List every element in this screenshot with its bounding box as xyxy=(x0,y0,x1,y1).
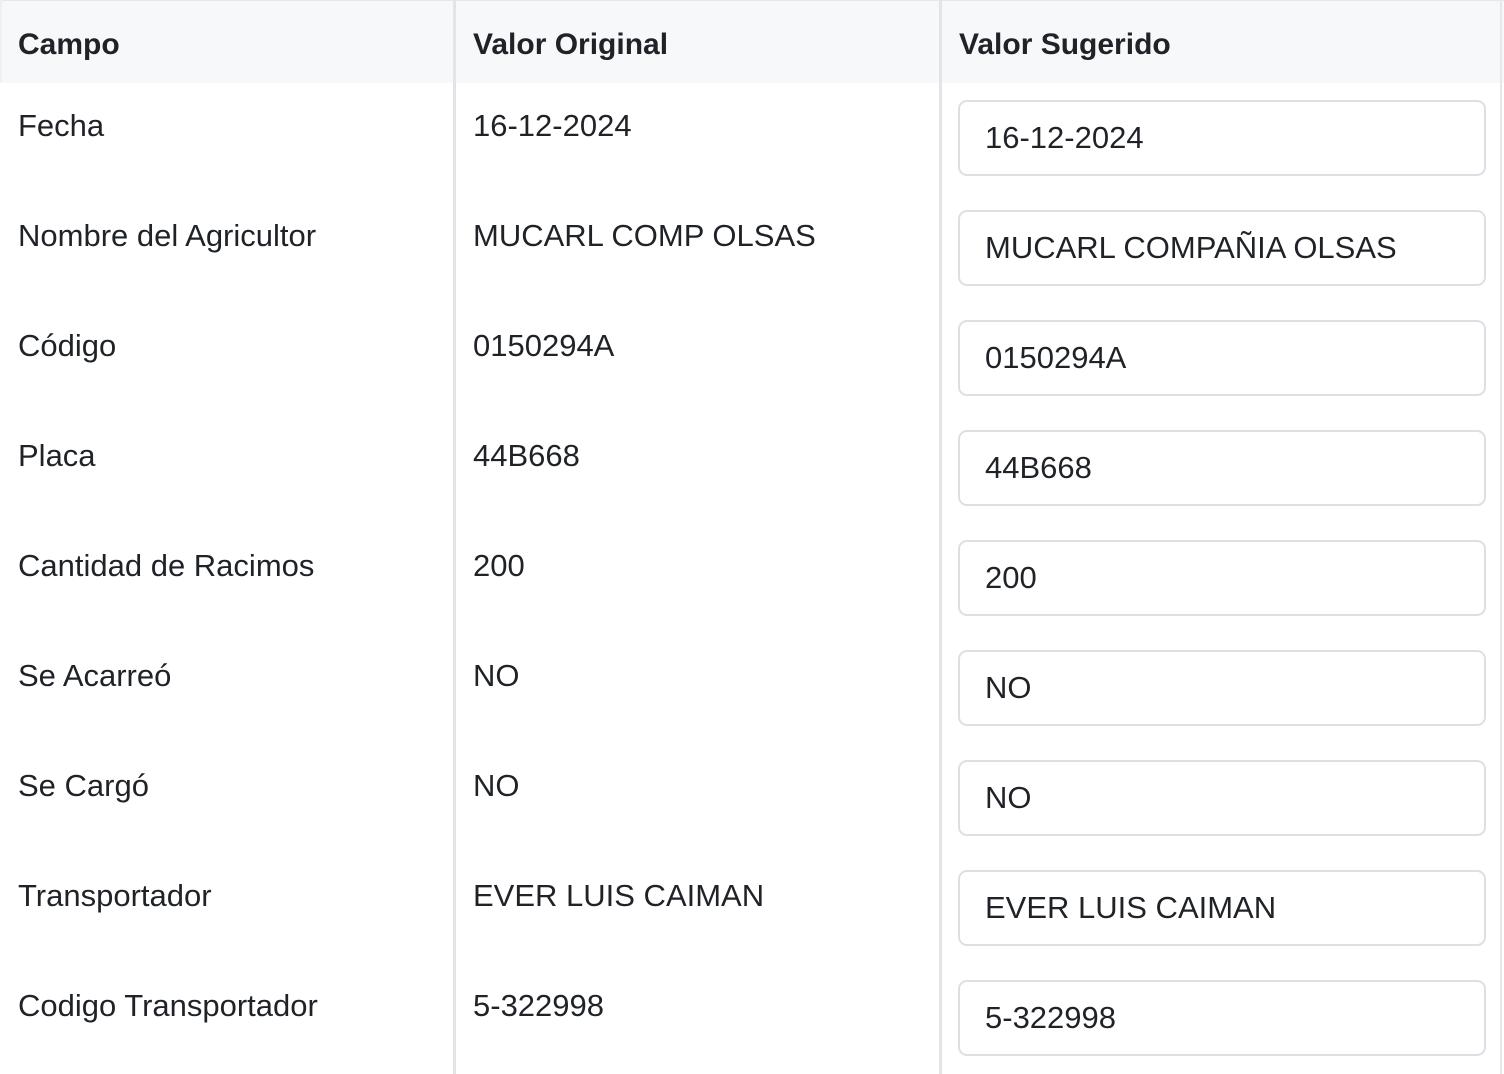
suggested-value-input[interactable] xyxy=(958,540,1486,616)
suggested-value-input[interactable] xyxy=(958,210,1486,286)
table-row: Se Cargó NO xyxy=(0,742,1504,852)
field-label: Fecha xyxy=(18,108,105,143)
table-row: Cantidad de Racimos 200 xyxy=(0,522,1504,632)
table-row: Fecha 16-12-2024 xyxy=(0,82,1504,192)
header-valor-original: Valor Original xyxy=(473,28,669,61)
field-label: Nombre del Agricultor xyxy=(18,218,317,253)
original-value: NO xyxy=(473,768,520,803)
table-left-edge xyxy=(0,0,2,82)
table-row: Transportador EVER LUIS CAIMAN xyxy=(0,852,1504,962)
table-row: Nombre del Agricultor MUCARL COMP OLSAS xyxy=(0,192,1504,302)
field-label: Transportador xyxy=(18,878,212,913)
original-value: 0150294A xyxy=(473,328,615,363)
field-label: Se Cargó xyxy=(18,768,149,803)
table-header xyxy=(0,0,1504,83)
suggested-value-input[interactable] xyxy=(958,430,1486,506)
header-campo: Campo xyxy=(18,28,120,61)
review-table: Campo Valor Original Valor Sugerido Fech… xyxy=(0,0,1504,1074)
field-label: Cantidad de Racimos xyxy=(18,548,315,583)
original-value: 16-12-2024 xyxy=(473,108,632,143)
table-row: Código 0150294A xyxy=(0,302,1504,412)
field-label: Código xyxy=(18,328,117,363)
suggested-value-input[interactable] xyxy=(958,980,1486,1056)
header-valor-sugerido: Valor Sugerido xyxy=(959,28,1171,61)
suggested-value-input[interactable] xyxy=(958,760,1486,836)
field-label: Placa xyxy=(18,438,96,473)
original-value: 5-322998 xyxy=(473,988,605,1023)
original-value: 200 xyxy=(473,548,525,583)
suggested-value-input[interactable] xyxy=(958,650,1486,726)
suggested-value-input[interactable] xyxy=(958,320,1486,396)
table-row: Se Acarreó NO xyxy=(0,632,1504,742)
original-value: 44B668 xyxy=(473,438,580,473)
original-value: EVER LUIS CAIMAN xyxy=(473,878,765,913)
suggested-value-input[interactable] xyxy=(958,100,1486,176)
original-value: MUCARL COMP OLSAS xyxy=(473,218,816,253)
table-row: Placa 44B668 xyxy=(0,412,1504,522)
field-label: Codigo Transportador xyxy=(18,988,318,1023)
suggested-value-input[interactable] xyxy=(958,870,1486,946)
table-row: Codigo Transportador 5-322998 xyxy=(0,962,1504,1072)
field-label: Se Acarreó xyxy=(18,658,172,693)
original-value: NO xyxy=(473,658,520,693)
